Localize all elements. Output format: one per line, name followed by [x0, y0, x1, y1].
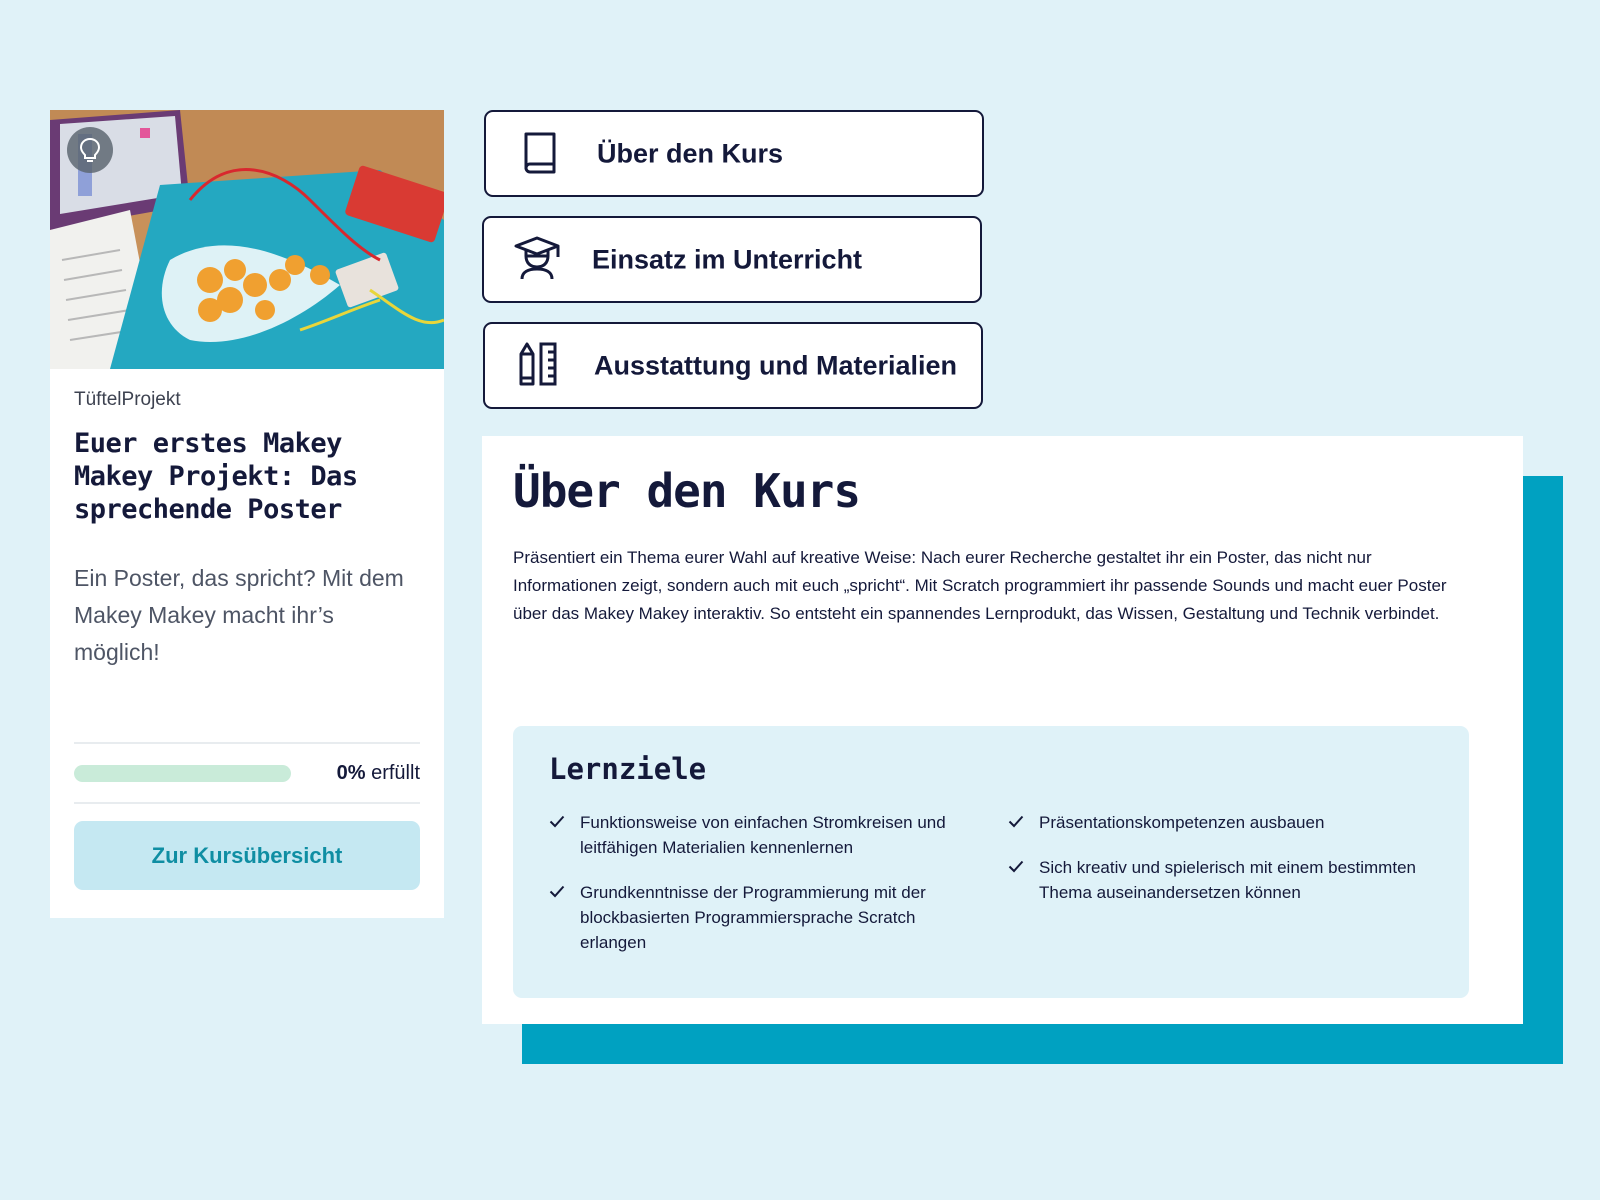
learning-goals-left: Funktionsweise von einfachen Stromkreise…	[549, 810, 969, 955]
learning-goal-text: Präsentationskompetenzen ausbauen	[1039, 813, 1325, 832]
learning-goal-item: Grundkenntnisse der Programmierung mit d…	[549, 880, 969, 955]
pencil-ruler-icon	[515, 340, 563, 392]
panel-description: Präsentiert ein Thema eurer Wahl auf kre…	[513, 548, 1447, 623]
learning-goal-item: Sich kreativ und spielerisch mit einem b…	[1008, 855, 1428, 905]
check-icon	[1008, 860, 1024, 873]
tab-about-course[interactable]: Über den Kurs	[484, 110, 984, 197]
tab-label: Ausstattung und Materialien	[594, 350, 958, 380]
panel-title: Über den Kurs	[513, 464, 861, 518]
check-icon	[549, 815, 565, 828]
progress-suffix: erfüllt	[371, 761, 420, 784]
learning-goal-text: Grundkenntnisse der Programmierung mit d…	[580, 883, 926, 952]
course-card: TüftelProjekt Euer erstes Makey Makey Pr…	[50, 110, 444, 918]
course-category: TüftelProjekt	[74, 389, 181, 410]
tab-classroom-use[interactable]: Einsatz im Unterricht	[482, 216, 982, 303]
course-overview-button[interactable]: Zur Kursübersicht	[74, 821, 420, 890]
learning-goals-title: Lernziele	[549, 752, 707, 786]
learning-goal-text: Sich kreativ und spielerisch mit einem b…	[1039, 858, 1416, 902]
learning-goal-text: Funktionsweise von einfachen Stromkreise…	[580, 813, 946, 857]
tab-equipment-materials[interactable]: Ausstattung und Materialien	[483, 322, 983, 409]
course-title: Euer erstes Makey Makey Projekt: Das spr…	[74, 428, 358, 525]
course-image	[50, 110, 444, 369]
progress-label: 0% erfüllt	[337, 762, 420, 785]
lightbulb-icon	[67, 127, 113, 173]
learning-goal-item: Funktionsweise von einfachen Stromkreise…	[549, 810, 969, 860]
tab-label: Einsatz im Unterricht	[592, 244, 863, 274]
graduate-icon	[514, 235, 560, 285]
tab-label: Über den Kurs	[597, 138, 784, 168]
content-panel: Über den Kurs Präsentiert ein Thema eure…	[482, 436, 1523, 1024]
course-description: Ein Poster, das spricht? Mit dem Makey M…	[74, 565, 404, 665]
check-icon	[549, 885, 565, 898]
check-icon	[1008, 815, 1024, 828]
progress-bar	[74, 764, 291, 782]
learning-goal-item: Präsentationskompetenzen ausbauen	[1008, 810, 1428, 835]
course-progress: 0% erfüllt	[74, 742, 420, 804]
learning-goals-right: Präsentationskompetenzen ausbauen Sich k…	[1008, 810, 1428, 905]
learning-goals-box: Lernziele Funktionsweise von einfachen S…	[513, 726, 1469, 998]
progress-percent: 0%	[336, 761, 366, 784]
book-icon	[520, 130, 560, 178]
